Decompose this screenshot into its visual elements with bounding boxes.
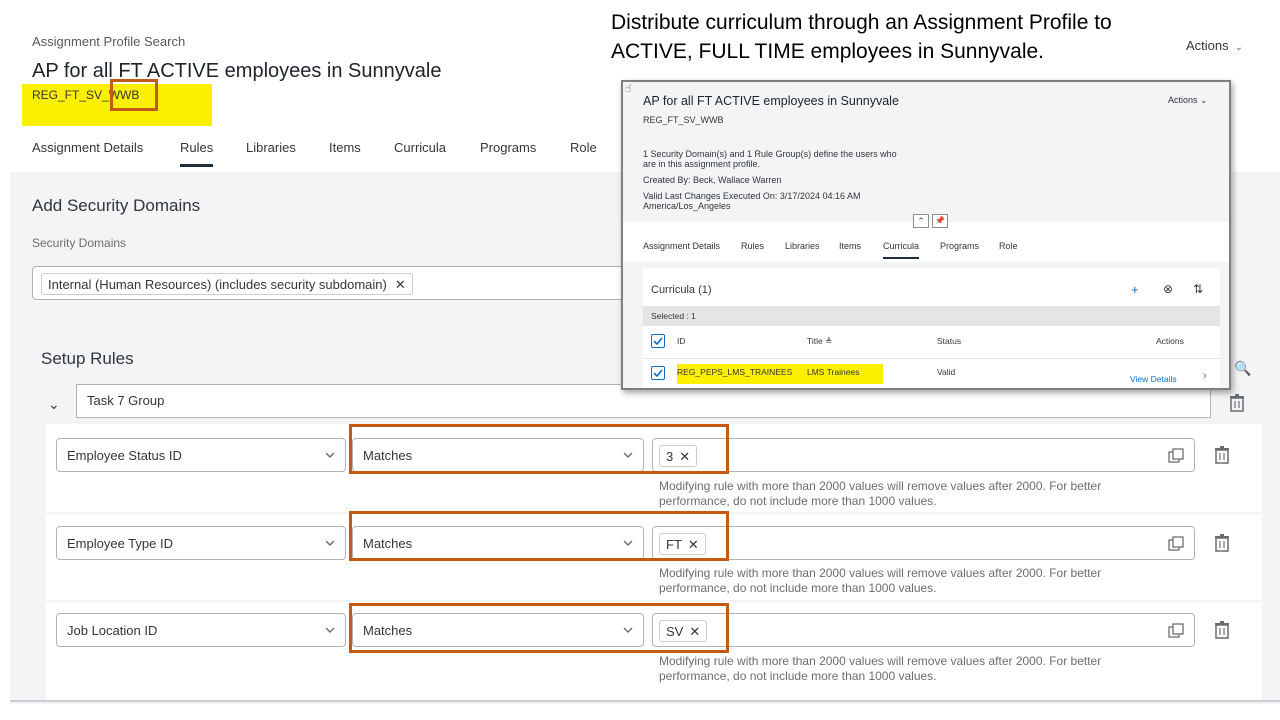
tab-libraries[interactable]: Libraries <box>246 140 296 155</box>
delete-rule-icon[interactable] <box>1214 534 1230 552</box>
curricula-table-title: Curricula (1) <box>651 284 712 296</box>
rule-warning: Modifying rule with more than 2000 value… <box>659 654 1179 684</box>
collapse-header-icon[interactable]: ⌃ <box>913 214 929 228</box>
annotation-text: Distribute curriculum through an Assignm… <box>611 8 1211 66</box>
rule-field-select[interactable]: Employee Status ID <box>56 438 346 472</box>
rule-field-value: Employee Type ID <box>67 536 173 551</box>
popup-tab-rules[interactable]: Rules <box>741 241 764 251</box>
mouse-cursor-icon: ☝ <box>625 83 632 95</box>
tab-programs[interactable]: Programs <box>480 140 536 155</box>
curricula-table: Curricula (1) + ⊗ ⇅ Selected : 1 ID Titl… <box>643 268 1220 388</box>
selection-count: Selected : 1 <box>643 306 1220 326</box>
popup-actions-button[interactable]: Actions ⌄ <box>1168 95 1208 106</box>
delete-group-icon[interactable] <box>1229 394 1245 412</box>
annotation-line-2: ACTIVE, FULL TIME employees in Sunnyvale… <box>611 40 1045 63</box>
breadcrumb[interactable]: Assignment Profile Search <box>32 34 185 49</box>
rule-value-input[interactable]: FT ✕ <box>652 526 1195 560</box>
security-section-title: Add Security Domains <box>32 196 201 215</box>
annotation-box-wwb <box>110 79 158 111</box>
annotation-box-rule-1 <box>349 424 729 474</box>
warning-line-1: Modifying rule with more than 2000 value… <box>659 479 1102 493</box>
column-header-title[interactable]: Title ≜ <box>807 336 832 347</box>
tab-curricula[interactable]: Curricula <box>394 140 446 155</box>
info-line-2: are in this assignment profile. <box>643 159 761 169</box>
column-header-actions: Actions <box>1156 336 1184 346</box>
chevron-down-icon: ⌄ <box>1234 42 1244 53</box>
rule-field-select[interactable]: Job Location ID <box>56 613 346 647</box>
select-all-checkbox[interactable] <box>651 334 665 348</box>
warning-line-1: Modifying rule with more than 2000 value… <box>659 654 1102 668</box>
rule-warning: Modifying rule with more than 2000 value… <box>659 566 1179 596</box>
view-details-link[interactable]: View Details <box>1130 374 1177 384</box>
add-icon[interactable]: + <box>1131 282 1139 297</box>
popup-title: AP for all FT ACTIVE employees in Sunnyv… <box>643 94 899 108</box>
warning-line-2: performance, do not include more than 10… <box>659 494 937 508</box>
chevron-down-icon <box>325 452 335 458</box>
annotation-box-rule-3 <box>349 603 729 653</box>
delete-rule-icon[interactable] <box>1214 446 1230 464</box>
info-line-1: 1 Security Domain(s) and 1 Rule Group(s)… <box>643 149 897 159</box>
tab-items[interactable]: Items <box>329 140 361 155</box>
rule-value-input[interactable]: SV ✕ <box>652 613 1195 647</box>
popup-tab-programs[interactable]: Programs <box>940 241 979 251</box>
security-domains-label: Security Domains <box>32 236 127 250</box>
valid-line-2: America/Los_Angeles <box>643 201 731 211</box>
chevron-down-icon <box>325 627 335 633</box>
rule-value-input[interactable]: 3 ✕ <box>652 438 1195 472</box>
column-header-id[interactable]: ID <box>677 336 686 346</box>
tab-role[interactable]: Role <box>570 140 597 155</box>
rule-field-select[interactable]: Employee Type ID <box>56 526 346 560</box>
security-domain-token-text: Internal (Human Resources) (includes sec… <box>48 277 387 292</box>
chevron-right-icon[interactable]: › <box>1203 370 1207 382</box>
sort-ascending-icon: ≜ <box>825 336 833 346</box>
row-checkbox[interactable] <box>651 366 665 380</box>
popup-profile-id: REG_FT_SV_WWB <box>643 115 724 125</box>
annotation-line-1: Distribute curriculum through an Assignm… <box>611 11 1112 34</box>
page-title: AP for all FT ACTIVE employees in Sunnyv… <box>32 60 442 82</box>
curricula-detail-screenshot: ☝ AP for all FT ACTIVE employees in Sunn… <box>621 80 1231 390</box>
warning-line-1: Modifying rule with more than 2000 value… <box>659 566 1102 580</box>
value-help-icon[interactable] <box>1168 536 1184 552</box>
popup-tab-assignment-details[interactable]: Assignment Details <box>643 241 720 251</box>
popup-tab-items[interactable]: Items <box>839 241 861 251</box>
delete-rule-icon[interactable] <box>1214 621 1230 639</box>
popup-content: Curricula (1) + ⊗ ⇅ Selected : 1 ID Titl… <box>623 262 1229 388</box>
tab-assignment-details[interactable]: Assignment Details <box>32 140 143 155</box>
rule-field-value: Job Location ID <box>67 623 158 638</box>
user-search-icon[interactable]: 🔍 <box>1234 360 1251 377</box>
popup-tab-libraries[interactable]: Libraries <box>785 241 820 251</box>
security-domains-input[interactable]: Internal (Human Resources) (includes sec… <box>32 266 652 300</box>
close-icon[interactable]: ✕ <box>395 277 406 292</box>
tab-rules[interactable]: Rules <box>180 140 214 167</box>
sort-icon[interactable]: ⇅ <box>1193 282 1203 296</box>
security-domain-token[interactable]: Internal (Human Resources) (includes sec… <box>41 273 413 295</box>
column-header-title-label: Title <box>807 336 823 346</box>
chevron-down-icon <box>325 540 335 546</box>
footer-divider <box>10 700 1280 702</box>
warning-line-2: performance, do not include more than 10… <box>659 581 937 595</box>
chevron-down-icon: ⌄ <box>1200 95 1208 105</box>
row-id: REG_PEPS_LMS_TRAINEES <box>677 367 793 377</box>
setup-rules-title: Setup Rules <box>41 349 134 368</box>
row-status: Valid <box>937 367 956 377</box>
rule-field-value: Employee Status ID <box>67 448 182 463</box>
value-help-icon[interactable] <box>1168 448 1184 464</box>
popup-created-by: Created By: Beck, Wallace Warren <box>643 175 782 185</box>
annotation-box-rule-2 <box>349 511 729 561</box>
column-header-status[interactable]: Status <box>937 336 961 346</box>
row-divider <box>643 358 1220 359</box>
popup-valid-info: Valid Last Changes Executed On: 3/17/202… <box>643 191 923 211</box>
row-title: LMS Trainees <box>807 367 860 377</box>
warning-line-2: performance, do not include more than 10… <box>659 669 937 683</box>
rule-warning: Modifying rule with more than 2000 value… <box>659 479 1179 509</box>
valid-line-1: Valid Last Changes Executed On: 3/17/202… <box>643 191 861 201</box>
popup-actions-label: Actions <box>1168 95 1198 105</box>
popup-tab-role[interactable]: Role <box>999 241 1018 251</box>
popup-tab-curricula[interactable]: Curricula <box>883 241 920 259</box>
pin-icon[interactable]: 📌 <box>932 214 948 228</box>
remove-circle-icon[interactable]: ⊗ <box>1163 282 1173 296</box>
popup-info: 1 Security Domain(s) and 1 Rule Group(s)… <box>643 149 923 169</box>
value-help-icon[interactable] <box>1168 623 1184 639</box>
chevron-down-icon[interactable]: ⌄ <box>48 396 60 413</box>
